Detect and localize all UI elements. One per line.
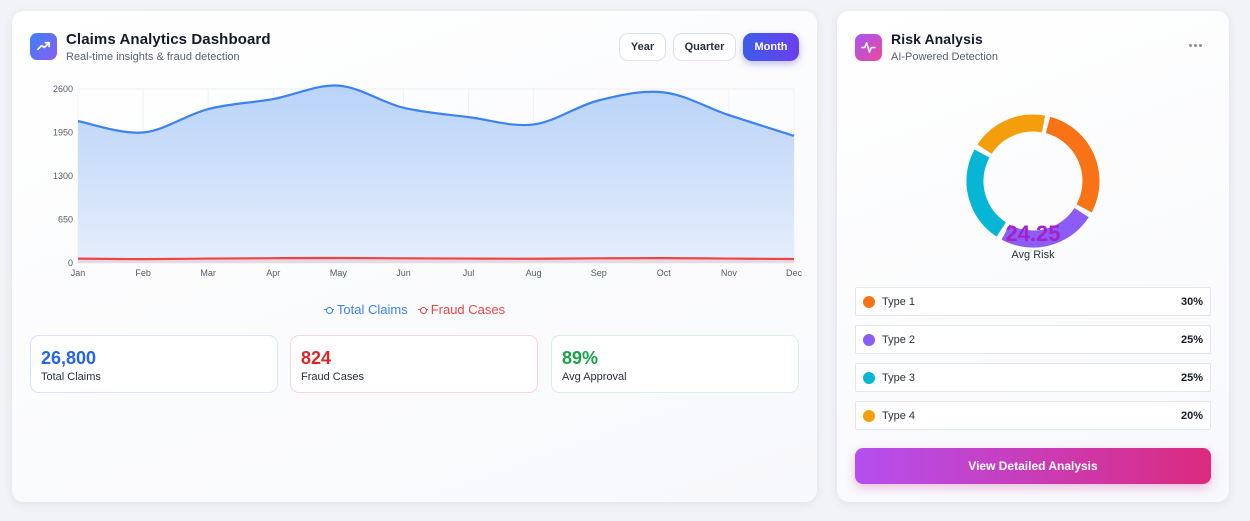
type-label: Type 3: [882, 372, 916, 384]
risk-type-row: Type 2 25%: [855, 325, 1211, 354]
type-percent: 30%: [1180, 296, 1203, 308]
type-percent: 20%: [1180, 410, 1203, 422]
y-tick-label: 0: [68, 258, 73, 268]
y-tick-label: 1950: [53, 128, 73, 138]
legend-label: Fraud Cases: [430, 302, 506, 317]
stat-value: 89%: [562, 348, 599, 368]
view-detailed-analysis-button[interactable]: View Detailed Analysis: [855, 448, 1211, 484]
risk-type-row: Type 4 20%: [855, 401, 1211, 430]
activity-pulse-icon: [855, 34, 882, 61]
x-tick-label: Feb: [135, 268, 151, 278]
claims-area-chart: 0 650 1300 1950 2600 Jan Feb Mar Apr May Jun Jul Aug…: [53, 84, 803, 278]
avg-risk-label: Avg Risk: [1011, 249, 1055, 261]
stat-total-claims: 26,800 Total Claims: [30, 335, 278, 393]
chart-legend: Total Claims Fraud Cases: [12, 302, 817, 317]
y-tick-label: 2600: [53, 84, 73, 94]
x-tick-label: Nov: [721, 268, 738, 278]
type-color-dot: [863, 372, 875, 384]
stat-label: Fraud Cases: [301, 371, 364, 383]
line-marker-icon: [323, 306, 334, 314]
legend-label: Total Claims: [336, 302, 408, 317]
type-percent: 25%: [1180, 372, 1203, 384]
risk-subtitle: AI-Powered Detection: [891, 51, 998, 63]
type-label: Type 4: [882, 410, 916, 422]
type-color-dot: [863, 296, 875, 308]
x-tick-label: May: [330, 268, 348, 278]
x-tick-label: Jul: [463, 268, 475, 278]
stat-label: Total Claims: [41, 371, 101, 383]
type-label: Type 1: [882, 296, 916, 308]
type-color-dot: [863, 410, 875, 422]
y-tick-label: 650: [58, 215, 73, 225]
line-marker-icon: [417, 306, 428, 314]
x-tick-label: Jan: [71, 268, 86, 278]
avg-risk-value: 24.25: [1005, 221, 1061, 246]
x-tick-label: Mar: [200, 268, 216, 278]
type-color-dot: [863, 334, 875, 346]
stat-avg-approval: 89% Avg Approval: [551, 335, 799, 393]
y-tick-label: 1300: [53, 171, 73, 181]
x-tick-label: Sep: [591, 268, 607, 278]
fraud-cases-line: [77, 256, 795, 261]
x-tick-label: Jun: [396, 268, 411, 278]
stat-fraud-cases: 824 Fraud Cases: [290, 335, 538, 393]
claims-dashboard-card: Claims Analytics Dashboard Real-time ins…: [12, 11, 817, 502]
stat-value: 824: [301, 348, 332, 368]
risk-type-row: Type 3 25%: [855, 363, 1211, 392]
risk-title: Risk Analysis: [891, 31, 983, 47]
x-tick-label: Aug: [526, 268, 542, 278]
x-tick-label: Oct: [657, 268, 672, 278]
more-horizontal-icon[interactable]: [1189, 40, 1205, 50]
legend-item-total-claims[interactable]: Total Claims: [323, 302, 408, 317]
type-label: Type 2: [882, 334, 916, 346]
legend-item-fraud-cases[interactable]: Fraud Cases: [417, 302, 506, 317]
total-claims-area: [78, 85, 794, 263]
stat-label: Avg Approval: [562, 371, 627, 383]
stat-value: 26,800: [41, 348, 97, 368]
risk-analysis-card: Risk Analysis AI-Powered Detection 24.25…: [837, 11, 1229, 502]
risk-type-row: Type 1 30%: [855, 287, 1211, 316]
x-tick-label: Dec: [786, 268, 803, 278]
x-tick-label: Apr: [266, 268, 280, 278]
type-percent: 25%: [1180, 334, 1203, 346]
